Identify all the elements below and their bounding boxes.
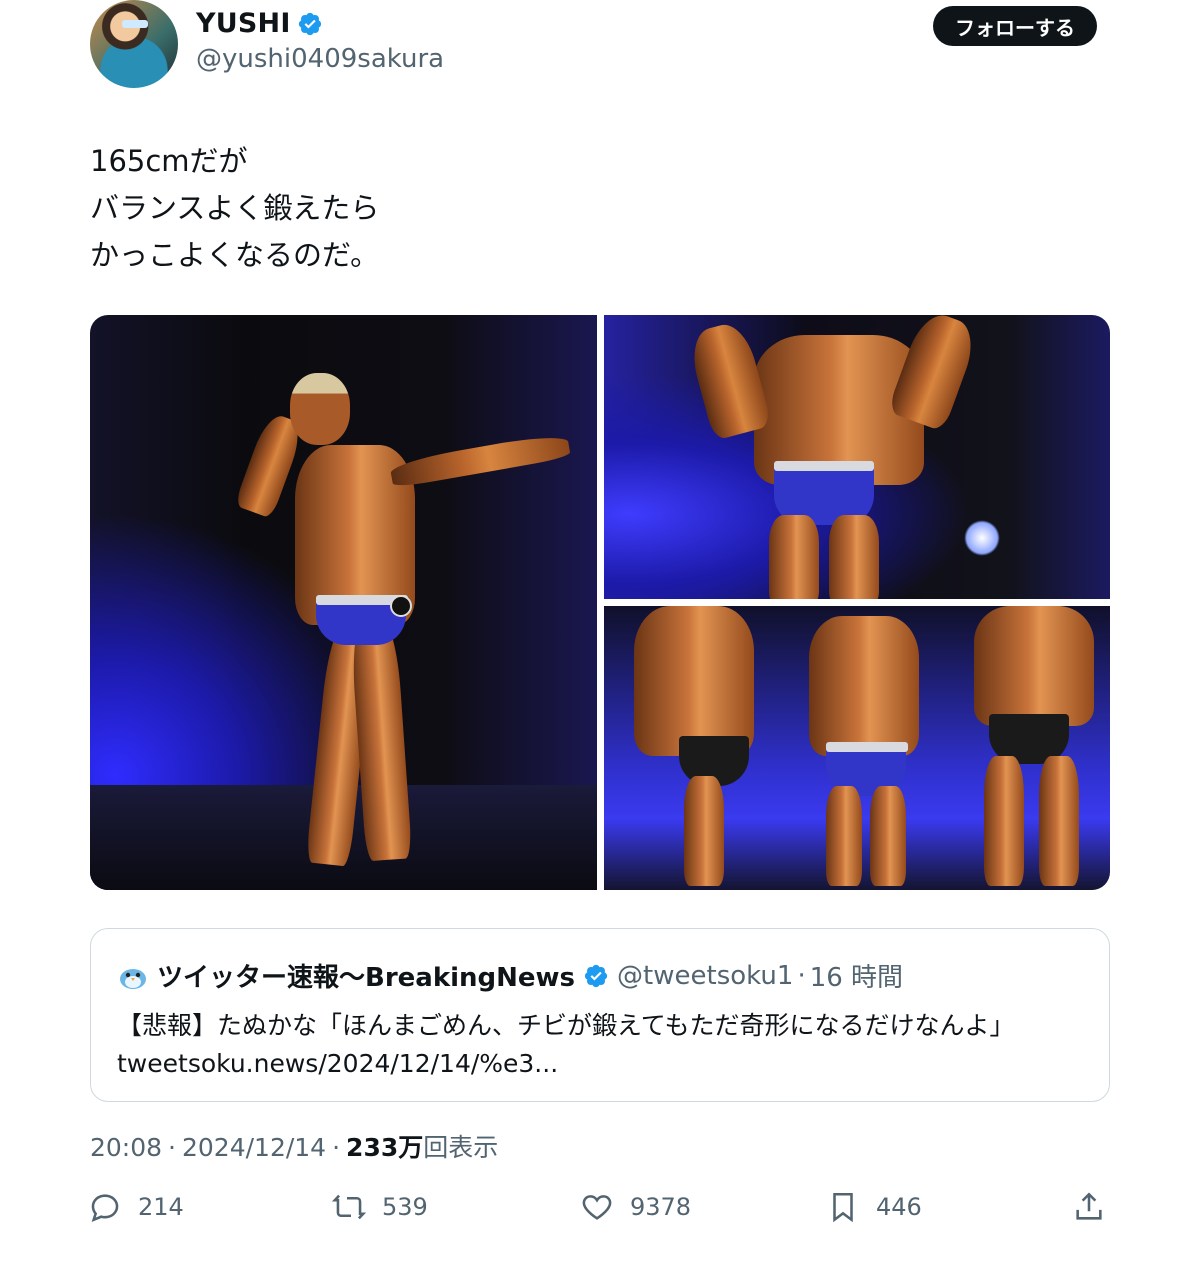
like-button[interactable]: 9378 xyxy=(580,1190,691,1224)
media-grid xyxy=(90,315,1110,890)
retweet-count: 539 xyxy=(382,1193,428,1221)
figure-right-leg xyxy=(829,515,879,599)
author-display-name[interactable]: YUSHI xyxy=(196,8,291,39)
bookmark-count: 446 xyxy=(876,1193,922,1221)
meta-separator: · xyxy=(332,1133,341,1162)
author-avatar[interactable] xyxy=(90,0,178,88)
meta-separator: · xyxy=(168,1133,176,1162)
figure-left-leg xyxy=(769,515,819,599)
figure-3-torso xyxy=(974,606,1094,726)
number-badge xyxy=(390,595,412,617)
figure-2-torso xyxy=(809,616,919,756)
figure-head xyxy=(290,373,350,445)
action-bar: 214 539 9378 446 xyxy=(0,1190,1200,1230)
quoted-tweet-header: ツイッター速報〜BreakingNews @tweetsoku1 · 16 時間 xyxy=(117,957,903,994)
view-count-suffix: 回表示 xyxy=(423,1133,499,1162)
quoted-tweet-text: 【悲報】たぬかな「ほんまごめん、チビが鍛えてもただ奇形になるだけなんよ」 twe… xyxy=(117,1011,1015,1078)
share-icon xyxy=(1076,1192,1102,1220)
media-photo-2[interactable] xyxy=(604,315,1110,599)
tweet-date[interactable]: 2024/12/14 xyxy=(182,1133,326,1162)
author-handle[interactable]: @yushi0409sakura xyxy=(196,44,444,74)
retweet-icon xyxy=(332,1194,366,1220)
like-count: 9378 xyxy=(630,1193,692,1221)
bookmark-button[interactable]: 446 xyxy=(826,1190,922,1224)
reply-button[interactable]: 214 xyxy=(88,1190,184,1224)
avatar-glasses-detail xyxy=(122,20,148,28)
tweet-time[interactable]: 20:08 xyxy=(90,1133,162,1162)
author-name-row[interactable]: YUSHI xyxy=(196,8,323,39)
retweet-button[interactable]: 539 xyxy=(332,1190,428,1224)
figure-left-arm xyxy=(685,319,773,441)
quoted-timestamp[interactable]: 16 時間 xyxy=(810,957,903,994)
figure-2-belt xyxy=(826,742,908,752)
figure-2-right-leg xyxy=(870,786,906,886)
follow-button[interactable]: フォローする xyxy=(933,6,1097,46)
view-count: 233万 xyxy=(346,1133,424,1162)
tweet-meta: 20:08 · 2024/12/14 · 233万回表示 xyxy=(90,1128,498,1164)
figure-3-right-leg xyxy=(1039,756,1079,886)
figure-right-arm xyxy=(886,315,982,432)
quoted-account-handle[interactable]: @tweetsoku1 xyxy=(617,961,793,991)
media-photo-1[interactable] xyxy=(90,315,597,890)
bookmark-icon xyxy=(833,1192,853,1223)
tweet-text: 165cmだが バランスよく鍛えたら かっこよくなるのだ。 xyxy=(90,144,380,272)
quoted-separator: · xyxy=(797,960,806,991)
figure-1-torso xyxy=(634,606,754,756)
media-photo-3[interactable] xyxy=(604,606,1110,890)
heart-icon xyxy=(582,1195,612,1220)
reply-count: 214 xyxy=(138,1193,184,1221)
figure-3-left-leg xyxy=(984,756,1024,886)
figure-2-left-leg xyxy=(826,786,862,886)
stage-light xyxy=(964,520,1000,556)
reply-icon xyxy=(91,1194,119,1222)
share-button[interactable] xyxy=(1072,1190,1106,1224)
figure-belt xyxy=(774,461,874,471)
figure-extended-arm xyxy=(389,431,571,489)
quoted-account-avatar-icon[interactable] xyxy=(117,960,149,992)
figure-1-leg xyxy=(684,776,724,886)
verified-badge-icon xyxy=(298,12,321,35)
quoted-tweet-card[interactable]: ツイッター速報〜BreakingNews @tweetsoku1 · 16 時間… xyxy=(90,928,1110,1102)
quoted-verified-badge-icon xyxy=(584,964,608,987)
quoted-account-name[interactable]: ツイッター速報〜BreakingNews xyxy=(157,957,575,994)
